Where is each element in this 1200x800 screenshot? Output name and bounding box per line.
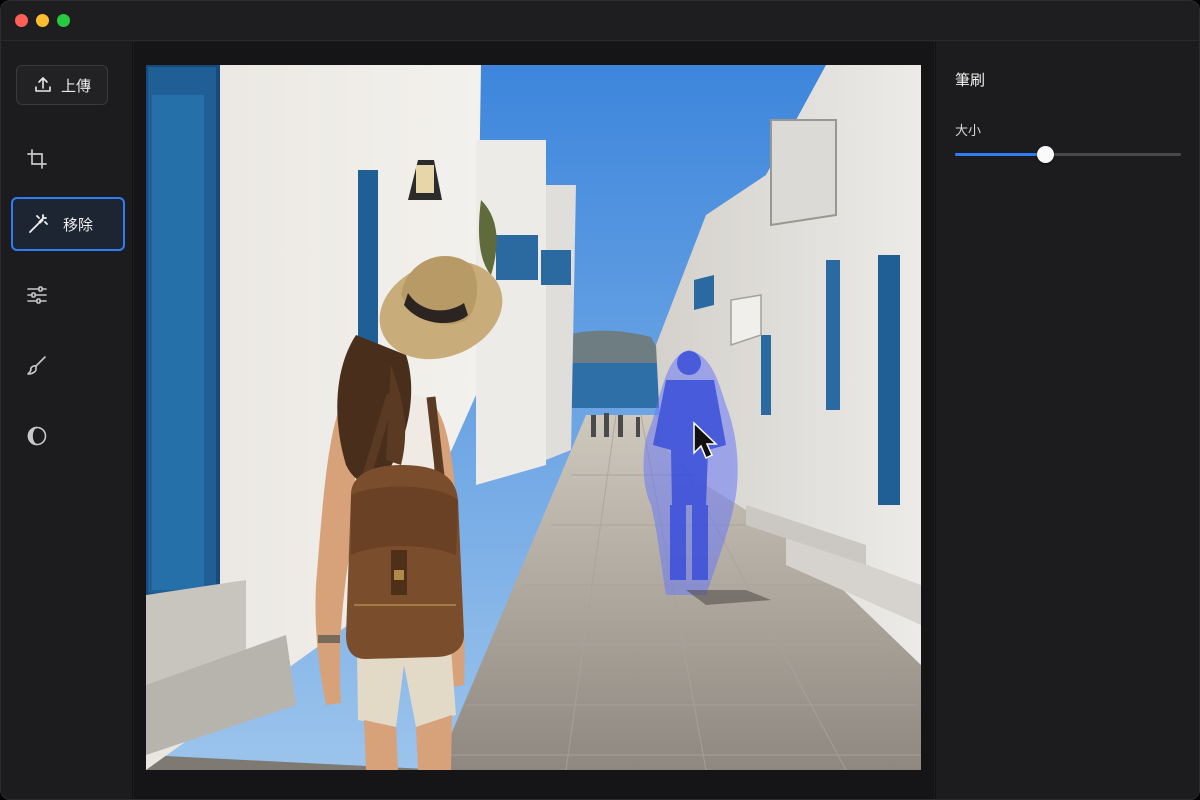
magic-wand-icon [29, 214, 48, 233]
brush-icon [27, 356, 46, 375]
street-photo [146, 65, 921, 770]
upload-icon [35, 77, 51, 92]
title-bar [1, 1, 1199, 41]
close-window-button[interactable] [15, 14, 28, 27]
brush-size-slider[interactable] [955, 146, 1181, 163]
photo-canvas[interactable] [146, 65, 921, 770]
crop-tool-button[interactable] [23, 145, 51, 173]
contrast-icon [27, 426, 47, 446]
brush-tool-button[interactable] [23, 351, 51, 379]
left-toolbar: 上傳 移除 [1, 42, 133, 799]
filter-tool-button[interactable] [23, 422, 51, 450]
adjust-tool-button[interactable] [23, 281, 51, 309]
upload-button[interactable]: 上傳 [16, 65, 108, 105]
remove-tool-button[interactable]: 移除 [11, 197, 125, 251]
slider-thumb[interactable] [1037, 146, 1055, 163]
slider-fill [955, 153, 1046, 156]
app-window: 上傳 移除 筆刷 大小 [0, 0, 1200, 800]
crop-icon [27, 149, 47, 169]
panel-title: 筆刷 [955, 71, 986, 89]
brush-settings-panel: 筆刷 大小 [935, 42, 1199, 799]
brush-size-label: 大小 [955, 124, 982, 139]
minimize-window-button[interactable] [36, 14, 49, 27]
maximize-window-button[interactable] [57, 14, 70, 27]
canvas-area[interactable] [134, 42, 934, 799]
sliders-icon [27, 286, 47, 304]
remove-tool-label: 移除 [63, 215, 94, 234]
upload-button-label: 上傳 [60, 76, 91, 95]
